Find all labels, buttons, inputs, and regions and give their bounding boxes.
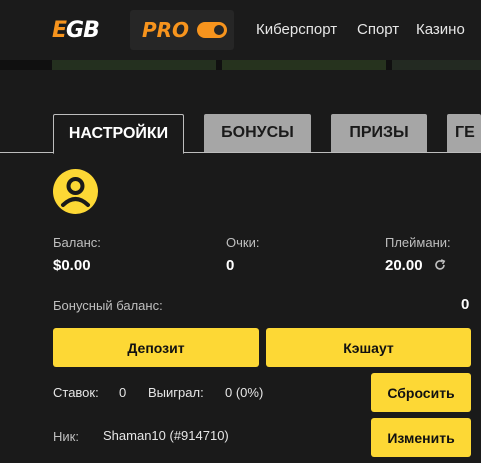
- won-label: Выиграл:: [148, 385, 204, 400]
- pro-switch[interactable]: PRO: [130, 10, 234, 50]
- user-avatar-icon[interactable]: [53, 169, 98, 214]
- bets-value: 0: [119, 385, 127, 400]
- nav-esports[interactable]: Киберспорт: [256, 21, 337, 38]
- bets-label: Ставок:: [53, 385, 99, 400]
- balance-value: $0.00: [53, 257, 91, 274]
- won-value: 0 (0%): [225, 385, 264, 400]
- pro-label: PRO: [142, 18, 190, 42]
- refresh-icon[interactable]: [433, 258, 447, 272]
- nav-casino[interactable]: Казино: [416, 21, 465, 38]
- banner-thumb[interactable]: [52, 60, 216, 70]
- bonus-balance-label: Бонусный баланс:: [53, 298, 163, 313]
- nav-sport-label[interactable]: Спорт: [357, 21, 399, 38]
- egb-logo[interactable]: E GB: [52, 17, 100, 43]
- nick-label: Ник:: [53, 429, 79, 444]
- banner-thumb[interactable]: [392, 60, 481, 70]
- playmoney-value: 20.00: [385, 257, 423, 274]
- deposit-button[interactable]: Депозит: [53, 328, 259, 367]
- banner-thumb[interactable]: [222, 60, 386, 70]
- bonus-balance-value: 0: [461, 296, 470, 313]
- logo-gb: GB: [66, 17, 100, 43]
- points-value: 0: [226, 257, 235, 274]
- nav-esports-label[interactable]: Киберспорт: [256, 21, 337, 38]
- cashout-button[interactable]: Кэшаут: [266, 328, 471, 367]
- tab-more[interactable]: ГЕ: [447, 114, 481, 152]
- change-nick-button[interactable]: Изменить: [371, 418, 471, 457]
- nav-casino-label[interactable]: Казино: [416, 21, 465, 38]
- playmoney-label: Плеймани:: [385, 235, 451, 250]
- tab-settings[interactable]: НАСТРОЙКИ: [53, 114, 184, 154]
- top-header: E GB PRO Киберспорт Спорт Казино: [0, 0, 481, 60]
- banner-strip: [0, 60, 481, 70]
- reset-button[interactable]: Сбросить: [371, 373, 471, 412]
- tab-bonuses[interactable]: БОНУСЫ: [204, 114, 311, 152]
- nick-value: Shaman10 (#914710): [103, 428, 229, 443]
- nav-sport[interactable]: Спорт: [357, 21, 399, 38]
- pro-toggle-icon[interactable]: [197, 22, 228, 38]
- tab-prizes[interactable]: ПРИЗЫ: [331, 114, 427, 152]
- balance-label: Баланс:: [53, 235, 101, 250]
- points-label: Очки:: [226, 235, 260, 250]
- logo-e: E: [52, 17, 67, 43]
